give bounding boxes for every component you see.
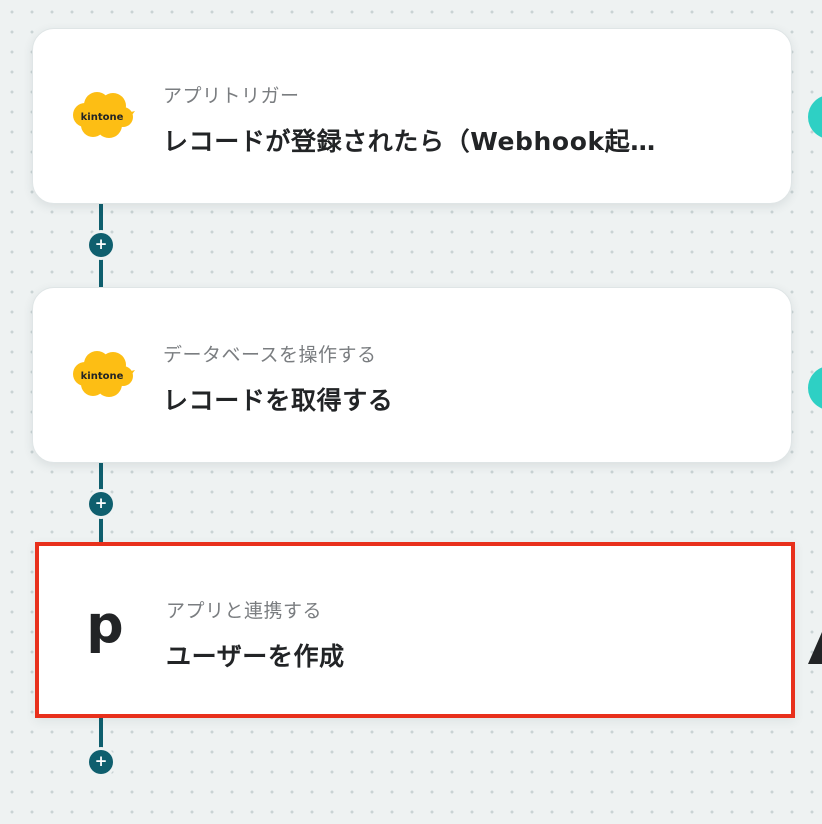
step-title: ユーザーを作成 <box>166 642 345 671</box>
add-step-button[interactable]: + <box>89 492 113 516</box>
plus-icon: + <box>94 494 108 512</box>
add-step-button[interactable]: + <box>89 233 113 257</box>
p-logo-label: p <box>86 604 123 655</box>
flow-step-database[interactable]: kintone データベースを操作する レコードを取得する <box>32 287 792 463</box>
p-logo-icon: p <box>86 604 123 655</box>
plus-icon: + <box>94 752 108 770</box>
plus-icon: + <box>94 235 108 253</box>
kintone-logo-label: kintone <box>81 371 124 382</box>
kintone-logo-icon: kintone <box>73 92 135 138</box>
step-category: アプリトリガー <box>163 85 300 107</box>
side-node[interactable] <box>808 95 822 139</box>
flow-step-app-action[interactable]: p アプリと連携する ユーザーを作成 <box>35 542 795 718</box>
step-title: レコードを取得する <box>163 386 394 415</box>
triangle-icon <box>808 632 822 664</box>
step-category: データベースを操作する <box>163 344 377 366</box>
side-node[interactable] <box>808 366 822 410</box>
kintone-logo-label: kintone <box>81 112 124 123</box>
flow-step-trigger[interactable]: kintone アプリトリガー レコードが登録されたら（Webhook起… <box>32 28 792 204</box>
step-category: アプリと連携する <box>166 600 323 622</box>
step-title: レコードが登録されたら（Webhook起… <box>163 127 656 156</box>
add-step-button[interactable]: + <box>89 750 113 774</box>
kintone-logo-icon: kintone <box>73 351 135 397</box>
